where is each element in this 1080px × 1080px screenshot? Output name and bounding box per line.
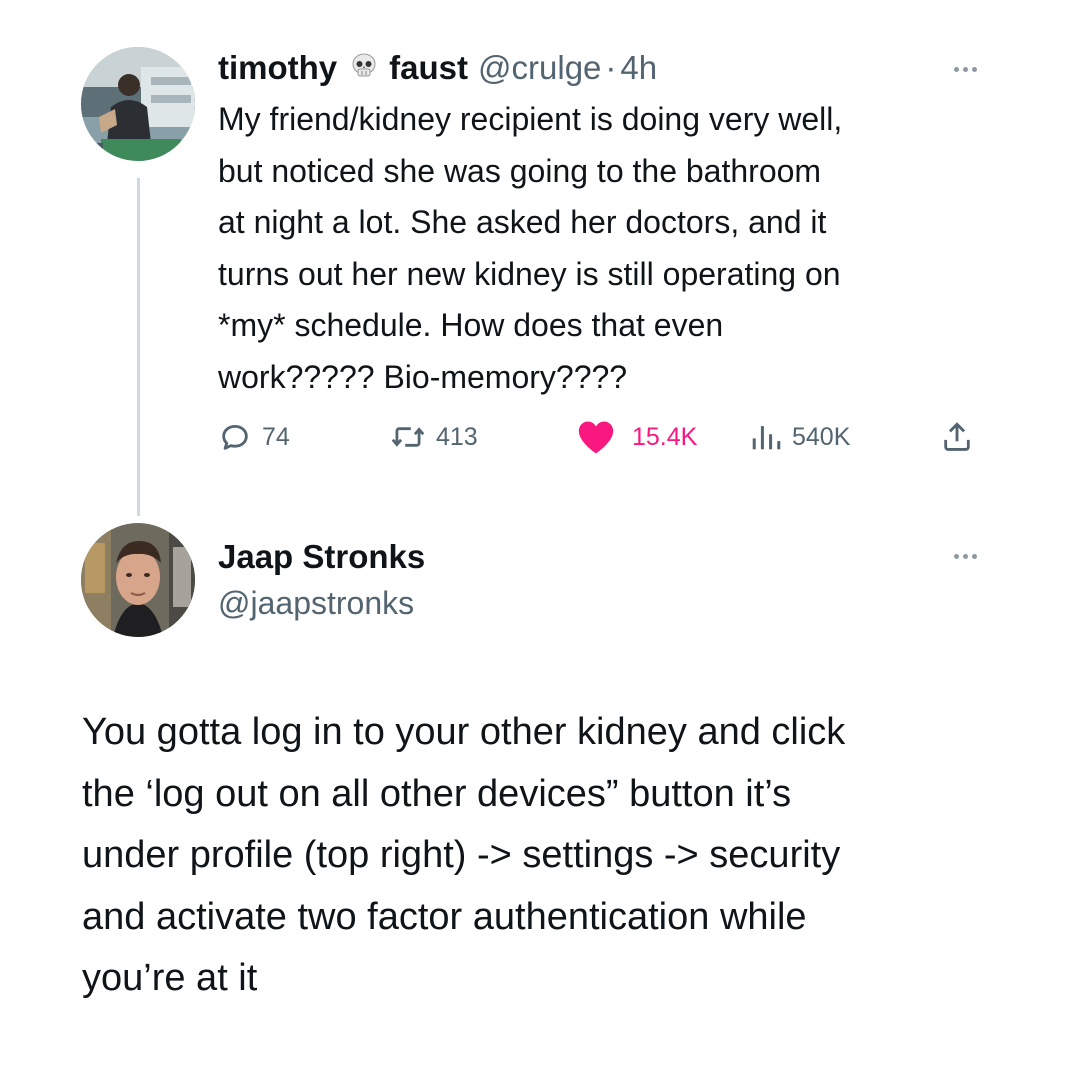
tweet-text-line: My friend/kidney recipient is doing very… <box>218 101 843 137</box>
views-icon <box>752 426 781 450</box>
tweet-text-line: work????? Bio-memory???? <box>218 358 628 395</box>
repost-button[interactable]: 413 <box>390 415 478 459</box>
tweet-timestamp[interactable]: 4h <box>620 49 657 87</box>
heart-icon <box>578 421 614 454</box>
display-name-last[interactable]: faust <box>389 49 468 87</box>
tweet-actions-bar: 74 413 15.4K 540K <box>218 415 998 459</box>
reply-icon <box>222 424 248 450</box>
like-count: 15.4K <box>632 422 698 451</box>
tweet1-header: timothy faust @crulge · 4h <box>218 48 657 88</box>
tweet-text-line: turns out her new kidney is still operat… <box>218 255 841 292</box>
tweet-text-line: you’re at it <box>82 957 258 999</box>
share-button[interactable] <box>940 415 974 459</box>
share-icon <box>944 422 970 451</box>
like-button[interactable]: 15.4K <box>576 415 697 459</box>
tweet-text-line: under profile (top right) -> settings ->… <box>82 834 841 876</box>
more-options-icon[interactable] <box>945 549 985 563</box>
reply-count: 74 <box>262 422 290 451</box>
avatar-timothy[interactable] <box>81 47 195 161</box>
user-handle[interactable]: @crulge <box>478 49 601 87</box>
views-button[interactable]: 540K <box>748 415 850 459</box>
tweet-text-line: You gotta log in to your other kidney an… <box>82 711 846 753</box>
meta-separator: · <box>605 49 617 86</box>
tweet-text-line: *my* schedule. How does that even <box>218 307 724 343</box>
avatar-jaap[interactable] <box>81 523 195 637</box>
tweet-text-line: but noticed she was going to the bathroo… <box>218 152 822 189</box>
tweet-text-line: the ‘log out on all other devices” butto… <box>82 772 792 815</box>
tweet1-text: My friend/kidney recipient is doing very… <box>218 94 1018 403</box>
tweet-text-line: and activate two factor authentication w… <box>82 895 807 938</box>
repost-count: 413 <box>436 422 478 451</box>
user-handle[interactable]: @jaapstronks <box>218 585 414 622</box>
avatar-photo <box>81 47 195 161</box>
reply-button[interactable]: 74 <box>218 415 290 459</box>
view-count: 540K <box>792 422 851 451</box>
skull-icon <box>349 51 379 89</box>
thread-connector-line <box>137 178 140 516</box>
avatar-photo <box>81 523 195 637</box>
tweet-text-line: at night a lot. She asked her doctors, a… <box>218 204 827 240</box>
display-name-first[interactable]: timothy <box>218 49 337 87</box>
tweet2-text: You gotta log in to your other kidney an… <box>82 702 1042 1010</box>
repost-icon <box>391 427 425 447</box>
more-options-icon[interactable] <box>945 62 985 76</box>
display-name[interactable]: Jaap Stronks <box>218 538 425 576</box>
